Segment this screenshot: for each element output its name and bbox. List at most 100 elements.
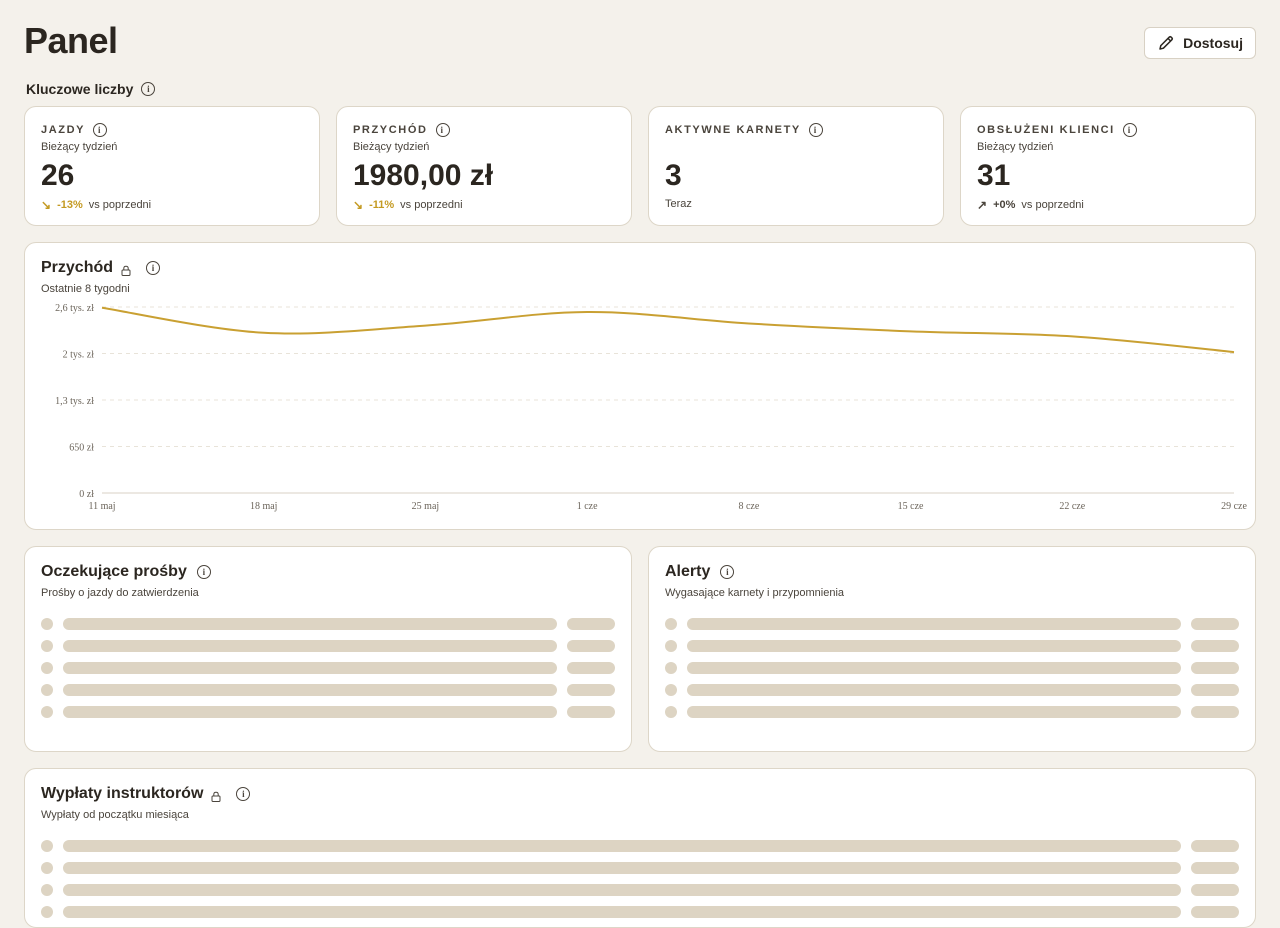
skeleton-bar-long <box>63 706 557 718</box>
payouts-skeleton <box>41 835 1239 923</box>
kpi-delta: ↘ -11% vs poprzedni <box>353 198 615 212</box>
revenue-series-line <box>101 306 1235 354</box>
skeleton-dot <box>41 618 53 630</box>
info-icon[interactable]: i <box>93 123 108 137</box>
y-tick-label: 2,6 tys. zł <box>55 303 94 314</box>
skeleton-row <box>41 635 615 657</box>
skeleton-dot <box>41 706 53 718</box>
y-tick-label: 650 zł <box>69 443 94 454</box>
revenue-chart-card: Przychód i Ostatnie 8 tygodni 0 zł 650 zł… <box>24 242 1256 530</box>
key-numbers-label: Kluczowe liczby i <box>26 81 156 97</box>
skeleton-bar-long <box>63 884 1181 896</box>
skeleton-bar-long <box>63 662 557 674</box>
skeleton-bar-long <box>687 706 1181 718</box>
revenue-line-chart: 0 zł 650 zł 1,3 tys. zł 2 tys. zł 2,6 tys. z… <box>55 303 1247 512</box>
skeleton-bar-long <box>63 906 1181 918</box>
skeleton-dot <box>665 706 677 718</box>
x-tick-label: 8 cze <box>738 501 759 512</box>
skeleton-dot <box>41 862 53 874</box>
skeleton-bar-long <box>687 640 1181 652</box>
info-icon[interactable]: i <box>720 565 735 579</box>
x-tick-label: 18 maj <box>250 501 278 512</box>
arrow-up-right-icon: ↗ <box>977 198 988 212</box>
skeleton-bar-short <box>1191 618 1239 630</box>
skeleton-bar-short <box>1191 640 1239 652</box>
lock-icon <box>211 789 221 802</box>
kpi-period: Bieżący tydzień <box>353 141 430 153</box>
skeleton-dot <box>665 618 677 630</box>
skeleton-bar-long <box>63 618 557 630</box>
skeleton-bar-long <box>63 840 1181 852</box>
info-icon[interactable]: i <box>196 565 211 579</box>
skeleton-dot <box>41 906 53 918</box>
arrow-down-right-icon: ↘ <box>353 198 364 212</box>
skeleton-row <box>41 879 1239 901</box>
skeleton-bar-short <box>567 684 615 696</box>
kpi-title: AKTYWNE KARNETY <box>665 124 801 136</box>
kpi-period <box>665 141 927 154</box>
alerts-title: Alerty <box>665 563 711 580</box>
kpi-card-clients-served: OBSŁUŻENI KLIENCI i Bieżący tydzień 31 ↗ … <box>960 106 1256 226</box>
y-tick-label: 2 tys. zł <box>63 350 95 361</box>
skeleton-dot <box>41 840 53 852</box>
alerts-skeleton <box>665 613 1239 723</box>
skeleton-row <box>665 701 1239 723</box>
kpi-value: 3 <box>665 159 682 192</box>
alerts-subtitle: Wygasające karnety i przypomnienia <box>665 587 845 599</box>
info-icon[interactable]: i <box>236 787 251 801</box>
arrow-down-right-icon: ↘ <box>41 198 52 212</box>
kpi-delta: Teraz <box>665 198 927 210</box>
skeleton-bar-short <box>1191 662 1239 674</box>
info-icon[interactable]: i <box>808 123 823 137</box>
y-tick-label: 0 zł <box>79 489 94 500</box>
skeleton-row <box>41 901 1239 923</box>
kpi-delta-suffix: vs poprzedni <box>1021 199 1084 211</box>
kpi-title: OBSŁUŻENI KLIENCI <box>977 124 1115 136</box>
alerts-card: Alerty i Wygasające karnety i przypomnie… <box>648 546 1256 752</box>
info-icon[interactable]: i <box>435 123 450 137</box>
x-tick-label: 11 maj <box>88 501 115 512</box>
skeleton-bar-short <box>567 706 615 718</box>
x-tick-label: 29 cze <box>1221 501 1247 512</box>
kpi-delta: ↘ -13% vs poprzedni <box>41 198 303 212</box>
instructor-payouts-card: Wypłaty instruktorów i Wypłaty od począt… <box>24 768 1256 928</box>
skeleton-row <box>665 657 1239 679</box>
kpi-delta-suffix: vs poprzedni <box>88 199 152 211</box>
skeleton-bar-short <box>1191 706 1239 718</box>
kpi-delta-value: +0% <box>993 199 1016 211</box>
kpi-period: Bieżący tydzień <box>41 141 118 153</box>
info-icon[interactable]: i <box>1122 123 1137 137</box>
info-icon[interactable]: i <box>141 82 156 96</box>
customize-button-label: Dostosuj <box>1183 35 1243 51</box>
skeleton-bar-long <box>63 640 557 652</box>
pending-requests-skeleton <box>41 613 615 723</box>
skeleton-row <box>665 635 1239 657</box>
x-tick-label: 1 cze <box>577 501 598 512</box>
skeleton-row <box>41 613 615 635</box>
skeleton-row <box>41 835 1239 857</box>
kpi-delta: ↗ +0% vs poprzedni <box>977 198 1239 212</box>
skeleton-row <box>41 657 615 679</box>
payouts-subtitle: Wypłaty od początku miesiąca <box>41 809 189 821</box>
kpi-value: 31 <box>977 159 1011 192</box>
skeleton-dot <box>665 662 677 674</box>
kpi-period: Bieżący tydzień <box>977 141 1054 153</box>
kpi-card-active-passes: AKTYWNE KARNETY i 3 Teraz <box>648 106 944 226</box>
skeleton-bar-long <box>63 684 557 696</box>
skeleton-bar-short <box>1191 906 1239 918</box>
skeleton-dot <box>41 684 53 696</box>
skeleton-row <box>41 701 615 723</box>
skeleton-bar-short <box>1191 884 1239 896</box>
skeleton-bar-short <box>1191 862 1239 874</box>
skeleton-bar-short <box>567 640 615 652</box>
skeleton-dot <box>665 684 677 696</box>
customize-button[interactable]: Dostosuj <box>1144 27 1256 59</box>
skeleton-bar-long <box>63 862 1181 874</box>
skeleton-bar-short <box>567 662 615 674</box>
skeleton-dot <box>665 640 677 652</box>
skeleton-bar-short <box>1191 684 1239 696</box>
skeleton-row <box>665 613 1239 635</box>
skeleton-bar-short <box>567 618 615 630</box>
skeleton-bar-short <box>1191 840 1239 852</box>
skeleton-bar-long <box>687 684 1181 696</box>
